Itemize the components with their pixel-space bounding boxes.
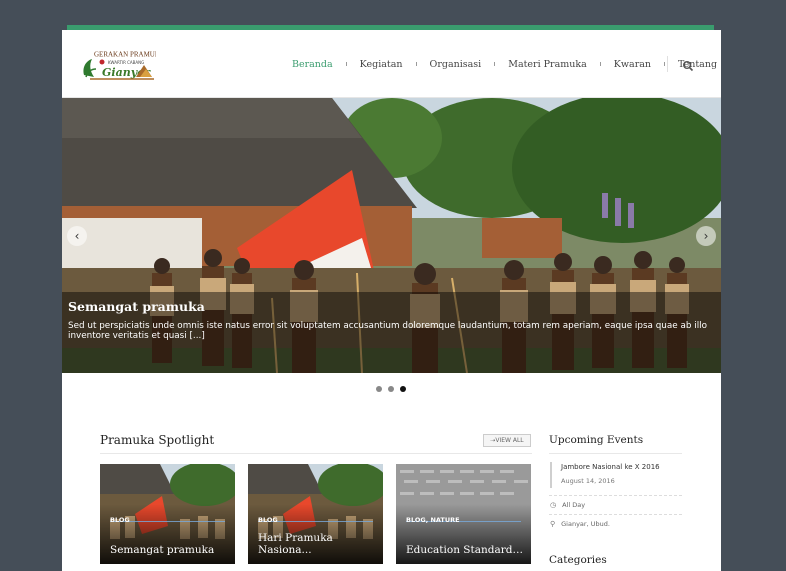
nav-item-organisasi[interactable]: Organisasi <box>428 59 484 70</box>
chevron-left-icon: ‹ <box>74 229 80 243</box>
card-title[interactable]: Education Standard i... <box>406 544 524 556</box>
clock-icon: ◷ <box>550 501 557 509</box>
site-logo[interactable]: GERAKAN PRAMUKA KWARTIR CABANG Gianyar <box>80 49 165 81</box>
spotlight-card[interactable]: BLOG, NATURE Education Standard i... <box>396 464 531 564</box>
main-nav: Beranda Kegiatan Organisasi Materi Pramu… <box>290 52 719 76</box>
nav-item-materi-pramuka[interactable]: Materi Pramuka <box>506 59 589 70</box>
categories-heading: Categories <box>549 554 607 566</box>
card-title[interactable]: Hari Pramuka Nasiona... <box>258 532 376 556</box>
spotlight-card[interactable]: BLOG Semangat pramuka <box>100 464 235 564</box>
event-title[interactable]: Jambore Nasional ke X 2016 <box>561 463 660 471</box>
card-category[interactable]: BLOG, NATURE <box>406 516 460 524</box>
slider-next-button[interactable]: › <box>696 226 716 246</box>
card-category[interactable]: BLOG <box>110 516 130 524</box>
card-title[interactable]: Semangat pramuka <box>110 544 228 556</box>
events-divider <box>549 453 682 454</box>
page-container: GERAKAN PRAMUKA KWARTIR CABANG Gianyar B… <box>62 30 721 571</box>
slider-dot-active[interactable] <box>400 386 406 392</box>
event-time-text: All Day <box>562 501 586 509</box>
logo-text-line1: GERAKAN PRAMUKA <box>94 51 156 59</box>
event-date: August 14, 2016 <box>561 477 615 485</box>
slide-title[interactable]: Semangat pramuka <box>68 299 715 314</box>
slider-pagination <box>376 386 406 392</box>
nav-separator <box>664 62 666 66</box>
nav-item-beranda[interactable]: Beranda <box>290 59 335 70</box>
view-all-button[interactable]: ⇢VIEW ALL <box>483 434 531 447</box>
hero-slider[interactable]: ‹ › Semangat pramuka Sed ut perspiciatis… <box>62 98 721 373</box>
slider-dot[interactable] <box>376 386 382 392</box>
nav-separator <box>345 62 347 66</box>
event-time: ◷ All Day <box>550 501 585 509</box>
nav-separator <box>599 62 601 66</box>
slide-caption: Semangat pramuka Sed ut perspiciatis und… <box>62 292 721 373</box>
slider-prev-button[interactable]: ‹ <box>67 226 87 246</box>
nav-separator <box>494 62 496 66</box>
nav-item-kwaran[interactable]: Kwaran <box>612 59 653 70</box>
spotlight-card[interactable]: BLOG Hari Pramuka Nasiona... <box>248 464 383 564</box>
spotlight-divider <box>100 453 532 454</box>
search-icon[interactable] <box>682 57 694 72</box>
nav-divider <box>667 56 668 72</box>
card-category[interactable]: BLOG <box>258 516 278 524</box>
nav-item-kegiatan[interactable]: Kegiatan <box>358 59 405 70</box>
site-header: GERAKAN PRAMUKA KWARTIR CABANG Gianyar B… <box>62 30 721 98</box>
slider-dot[interactable] <box>388 386 394 392</box>
map-pin-icon: ⚲ <box>550 520 556 528</box>
slide-excerpt: Sed ut perspiciatis unde omnis iste natu… <box>68 321 707 341</box>
events-heading: Upcoming Events <box>549 434 644 446</box>
chevron-right-icon: › <box>703 229 709 243</box>
nav-separator <box>415 62 417 66</box>
logo-text-line2: KWARTIR CABANG <box>108 60 144 65</box>
spotlight-heading: Pramuka Spotlight <box>100 433 215 447</box>
event-location-text: Gianyar, Ubud. <box>561 520 610 528</box>
event-location: ⚲ Gianyar, Ubud. <box>550 520 610 528</box>
